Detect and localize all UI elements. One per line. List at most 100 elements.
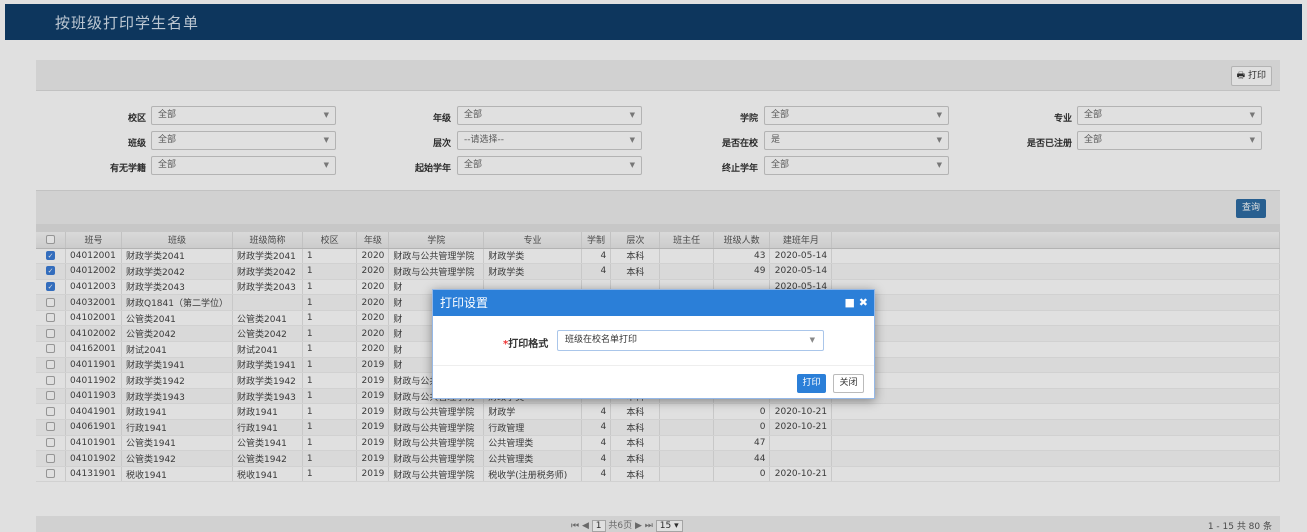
table-cell: 4: [581, 450, 612, 467]
row-checkbox[interactable]: [36, 435, 67, 452]
table-cell: 财政与公共管理学院: [388, 248, 485, 265]
filter-level-select[interactable]: --请选择-- ▼: [457, 131, 642, 150]
table-row[interactable]: ✓ 04012001 财政学类2041 财政学类2041 1 2020 财政与公共管理学院财…: [36, 248, 1280, 265]
select-all-checkbox[interactable]: [36, 232, 67, 249]
table-cell: 税收1941: [232, 466, 303, 483]
row-checkbox[interactable]: [36, 372, 67, 389]
table-cell: 4: [581, 248, 612, 265]
table-cell: 1: [302, 294, 358, 311]
table-cell-filler: [831, 466, 1280, 483]
table-cell: 0: [713, 419, 771, 436]
row-checkbox[interactable]: [36, 403, 67, 421]
table-cell: 2020: [356, 279, 390, 296]
column-header[interactable]: 学院: [388, 232, 485, 249]
row-checkbox[interactable]: ✓: [36, 248, 67, 265]
table-cell: 2020-10-21: [769, 419, 833, 436]
row-checkbox[interactable]: [36, 294, 67, 311]
table-cell: 公管类2041: [121, 310, 233, 327]
table-cell-filler: [831, 450, 1280, 467]
table-cell: 财政与公共管理学院: [388, 435, 485, 452]
column-header[interactable]: 建班年月: [769, 232, 833, 249]
table-cell: 1: [302, 325, 358, 343]
last-page-icon[interactable]: ⏭: [645, 521, 653, 531]
filter-college-select[interactable]: 全部 ▼: [764, 106, 949, 125]
chevron-down-icon: ▼: [323, 136, 329, 144]
table-cell: 本科: [610, 419, 661, 436]
dialog-print-button[interactable]: 打印: [797, 374, 826, 393]
table-row[interactable]: 04101902 公管类1942 公管类1942 1 2019 财政与公共管理学院 公共管理…: [36, 450, 1280, 467]
filter-registered-select[interactable]: 全部 ▼: [1077, 131, 1262, 150]
column-header[interactable]: 班级人数: [713, 232, 771, 249]
table-row[interactable]: 04131901 税收1941 税收1941 1 2019 财政与公共管理学院 税收学(注册…: [36, 466, 1280, 483]
table-row[interactable]: ✓ 04012002 财政学类2042 财政学类2042 1 2020 财政与公共管理学院财…: [36, 263, 1280, 280]
table-cell: 财政学类1941: [232, 357, 303, 374]
row-checkbox[interactable]: [36, 466, 67, 483]
table-cell: 税收1941: [121, 466, 233, 483]
table-cell: 04012001: [65, 248, 122, 265]
table-cell: 2019: [356, 403, 390, 421]
maximize-icon[interactable]: ■: [845, 296, 855, 309]
column-header[interactable]: 学制: [581, 232, 612, 249]
filter-campus-select[interactable]: 全部 ▼: [151, 106, 336, 125]
dialog-close-button[interactable]: 关闭: [833, 374, 864, 393]
filter-end-year-select[interactable]: 全部 ▼: [764, 156, 949, 175]
filter-label-major: 专业: [1053, 114, 1072, 124]
row-checkbox[interactable]: [36, 325, 67, 343]
table-cell: 2019: [356, 435, 390, 452]
filter-label-level: 层次: [432, 139, 451, 149]
row-checkbox[interactable]: [36, 310, 67, 327]
table-cell: 行政1941: [232, 419, 303, 436]
table-cell: 2019: [356, 357, 390, 374]
filter-grade-select[interactable]: 全部 ▼: [457, 106, 642, 125]
chevron-down-icon: ▼: [936, 161, 942, 169]
page-number-input[interactable]: 1: [591, 520, 606, 532]
column-header[interactable]: 班级简称: [232, 232, 303, 249]
column-header[interactable]: 层次: [610, 232, 661, 249]
query-button[interactable]: 查询: [1236, 199, 1266, 218]
print-button[interactable]: 🖶 打印: [1230, 66, 1272, 86]
table-row[interactable]: 04061901 行政1941 行政1941 1 2019 财政与公共管理学院 行政管理 4 本…: [36, 419, 1280, 436]
page-size-select[interactable]: 15 ▾: [655, 520, 683, 532]
column-header[interactable]: 校区: [302, 232, 358, 249]
column-header[interactable]: 班主任: [659, 232, 714, 249]
checkbox-icon: [46, 344, 56, 354]
table-row[interactable]: 04041901 财政1941 财政1941 1 2019 财政与公共管理学院 财政学 4 本科…: [36, 403, 1280, 421]
filter-college-value: 全部: [771, 110, 790, 120]
column-header[interactable]: 专业: [483, 232, 582, 249]
table-cell-filler: [831, 357, 1280, 374]
table-cell: 财政学类2043: [121, 279, 233, 296]
filter-start-year-select[interactable]: 全部 ▼: [457, 156, 642, 175]
table-cell: 1: [302, 466, 358, 483]
next-page-icon[interactable]: ▶: [635, 521, 642, 531]
filter-major-select[interactable]: 全部 ▼: [1077, 106, 1262, 125]
column-header[interactable]: 班级: [121, 232, 233, 249]
column-header[interactable]: 年级: [356, 232, 390, 249]
table-cell: 2020-10-21: [769, 466, 833, 483]
row-checkbox[interactable]: [36, 357, 67, 374]
table-cell: 44: [713, 450, 771, 467]
row-checkbox[interactable]: [36, 341, 67, 358]
print-format-select[interactable]: 班级在校名单打印 ▼: [557, 330, 824, 351]
row-checkbox[interactable]: ✓: [36, 279, 67, 296]
filter-enrollment-select[interactable]: 全部 ▼: [151, 156, 336, 175]
filter-label-registered: 是否已注册: [1026, 139, 1072, 149]
table-cell: 财政与公共管理学院: [388, 403, 485, 421]
column-header[interactable]: 班号: [65, 232, 122, 249]
page-size-value: 15: [659, 521, 672, 531]
row-checkbox[interactable]: [36, 419, 67, 436]
table-cell: 04101901: [65, 435, 122, 452]
checked-icon: ✓: [46, 281, 56, 291]
table-cell: 公管类2042: [121, 325, 233, 343]
table-cell: 04011902: [65, 372, 122, 389]
row-checkbox[interactable]: [36, 388, 67, 405]
close-icon[interactable]: ✖: [859, 296, 868, 309]
filter-in-school-select[interactable]: 是 ▼: [764, 131, 949, 150]
row-checkbox[interactable]: ✓: [36, 263, 67, 280]
table-row[interactable]: 04101901 公管类1941 公管类1941 1 2019 财政与公共管理学院 公共管理…: [36, 435, 1280, 452]
table-cell: [659, 419, 714, 436]
table-cell: 2020: [356, 294, 390, 311]
row-checkbox[interactable]: [36, 450, 67, 467]
first-page-icon[interactable]: ⏮: [571, 521, 579, 531]
filter-class-select[interactable]: 全部 ▼: [151, 131, 336, 150]
prev-page-icon[interactable]: ◀: [582, 521, 589, 531]
